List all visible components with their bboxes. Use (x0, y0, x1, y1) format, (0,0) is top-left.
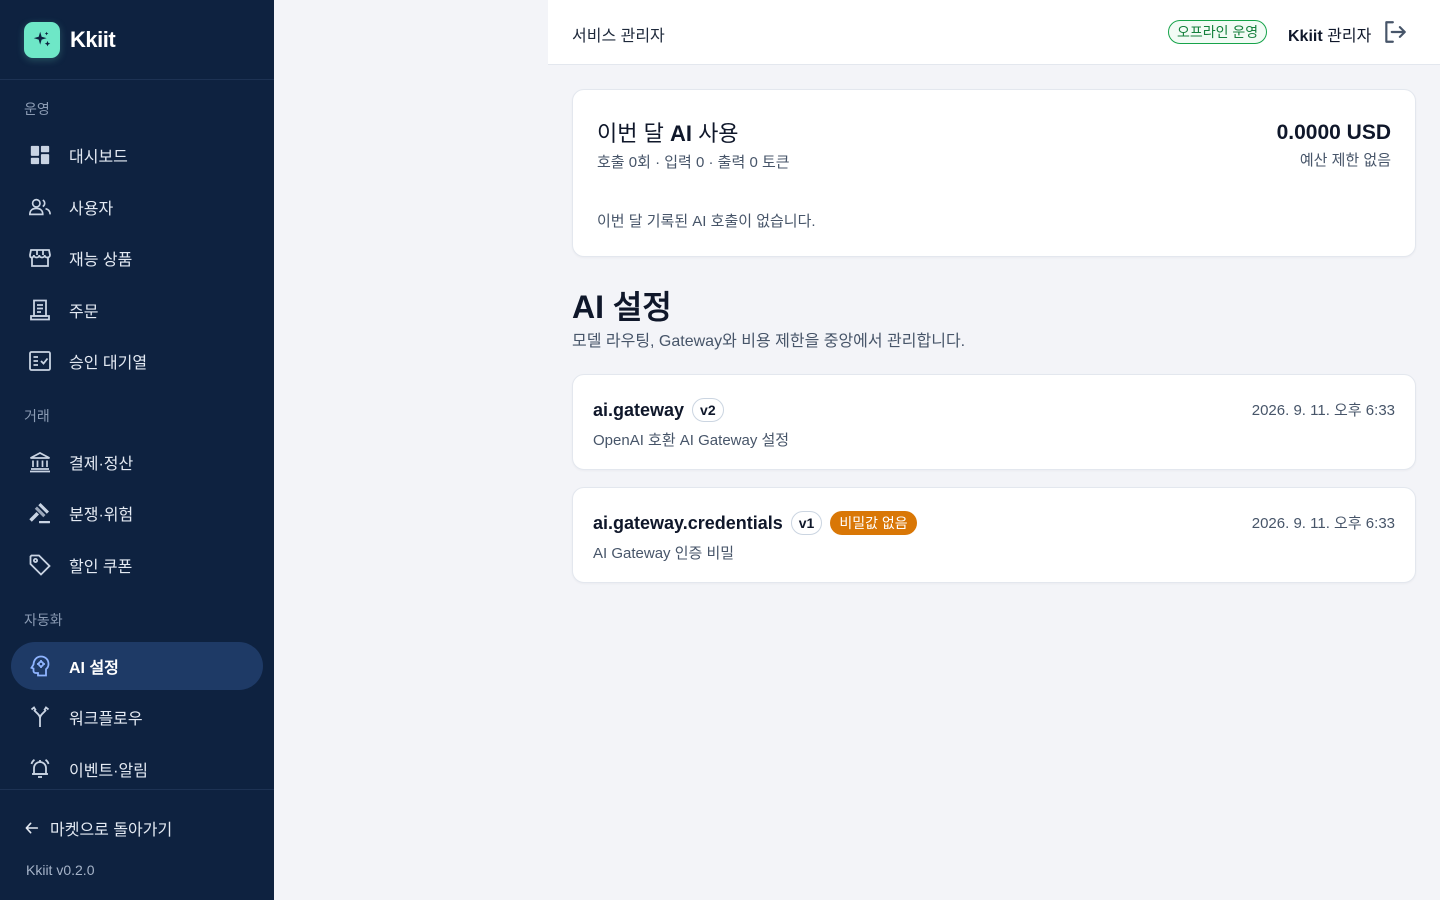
brand-name: Kkiit (70, 26, 116, 52)
back-to-market-label: 마켓으로 돌아가기 (50, 822, 173, 839)
sidebar-item-ai-settings[interactable]: AI 설정 (11, 642, 263, 690)
sidebar-item-label: 이벤트·알림 (69, 763, 148, 780)
page-title: AI 설정 (572, 282, 672, 328)
section-label-automation: 자동화 (24, 612, 63, 628)
sidebar-item-label: 주문 (69, 304, 99, 321)
users-icon (28, 195, 52, 219)
sidebar-item-dashboard[interactable]: 대시보드 (11, 131, 263, 179)
usage-title-prefix: 이번 달 (597, 121, 670, 146)
setting-card-ai-gateway-credentials[interactable]: ai.gateway.credentials v1 비밀값 없음 AI Gate… (572, 487, 1416, 583)
section-label-operations: 운영 (24, 101, 50, 117)
ai-brain-icon (28, 654, 52, 678)
sidebar-item-label: 워크플로우 (69, 711, 143, 728)
setting-name-row: ai.gateway.credentials v1 비밀값 없음 (593, 511, 917, 535)
sidebar-item-label: 승인 대기열 (69, 355, 148, 372)
usage-empty-message: 이번 달 기록된 AI 호출이 없습니다. (597, 213, 816, 230)
missing-secret-badge: 비밀값 없음 (830, 511, 917, 535)
sidebar-item-orders[interactable]: 주문 (11, 286, 263, 334)
sidebar-item-talent-products[interactable]: 재능 상품 (11, 234, 263, 282)
sidebar-item-label: 분쟁·위험 (69, 507, 134, 524)
setting-updated-at: 2026. 9. 11. 오후 6:33 (1251, 515, 1395, 532)
alarm-bell-icon (28, 757, 52, 781)
tag-icon (28, 553, 52, 577)
user-role: 관리자 (1327, 28, 1372, 45)
sidebar-item-label: 사용자 (69, 201, 114, 218)
status-badge: 오프라인 운영 (1168, 20, 1268, 44)
monthly-ai-usage-card: 이번 달 AI 사용 호출 0회 · 입력 0 · 출력 0 토큰 0.0000… (572, 89, 1416, 257)
page-title-bold: AI (572, 289, 604, 325)
back-to-market-link[interactable]: 마켓으로 돌아가기 (24, 816, 172, 840)
app-version: Kkiit v0.2.0 (26, 862, 95, 878)
usage-title: 이번 달 AI 사용 (597, 116, 739, 148)
receipt-icon (28, 298, 52, 322)
usage-title-bold: AI (669, 121, 692, 146)
setting-name: ai.gateway.credentials (593, 512, 783, 533)
version-badge: v2 (692, 398, 724, 422)
usage-budget: 예산 제한 없음 (1299, 152, 1391, 169)
setting-description: OpenAI 호환 AI Gateway 설정 (593, 432, 790, 449)
user-brand: Kkiit (1288, 28, 1323, 45)
sidebar-item-label: 재능 상품 (69, 252, 133, 269)
sidebar-item-disputes[interactable]: 분쟁·위험 (11, 489, 263, 537)
setting-name-row: ai.gateway v2 (593, 398, 724, 422)
approval-list-icon (28, 349, 52, 373)
brand[interactable]: Kkiit (0, 0, 274, 80)
sidebar-item-label: 결제·정산 (69, 456, 134, 473)
topbar: 서비스 관리자 오프라인 운영 Kkiit 관리자 (548, 0, 1440, 65)
setting-updated-at: 2026. 9. 11. 오후 6:33 (1251, 402, 1395, 419)
storefront-icon (28, 246, 52, 270)
page-title-rest: 설정 (604, 289, 672, 325)
section-label-transactions: 거래 (24, 408, 50, 424)
sidebar-item-workflow[interactable]: 워크플로우 (11, 693, 263, 741)
setting-name: ai.gateway (593, 399, 685, 420)
sidebar-item-label: 할인 쿠폰 (69, 559, 133, 576)
setting-description: AI Gateway 인증 비밀 (593, 545, 735, 562)
logout-icon[interactable] (1382, 19, 1408, 45)
sidebar-footer: 마켓으로 돌아가기 Kkiit v0.2.0 (0, 789, 274, 900)
sidebar-item-label: 대시보드 (69, 149, 128, 166)
sidebar-item-users[interactable]: 사용자 (11, 183, 263, 231)
sidebar: Kkiit 운영 대시보드 사용자 재능 상품 주문 승인 대기열 거래 결제·… (0, 0, 274, 900)
workflow-icon (28, 705, 52, 729)
topbar-title: 서비스 관리자 (572, 28, 665, 45)
user-label: Kkiit 관리자 (1288, 22, 1371, 46)
arrow-left-icon (24, 820, 40, 836)
sidebar-item-approval-queue[interactable]: 승인 대기열 (11, 337, 263, 385)
sidebar-item-events[interactable]: 이벤트·알림 (11, 745, 263, 793)
usage-amount: 0.0000 USD (1276, 121, 1391, 144)
page-description: 모델 라우팅, Gateway와 비용 제한을 중앙에서 관리합니다. (572, 333, 966, 350)
gavel-icon (28, 501, 52, 525)
version-badge: v1 (790, 511, 823, 535)
usage-summary: 호출 0회 · 입력 0 · 출력 0 토큰 (597, 154, 790, 171)
usage-title-suffix: 사용 (691, 121, 739, 146)
dashboard-icon (28, 143, 52, 167)
sidebar-item-coupons[interactable]: 할인 쿠폰 (11, 541, 263, 589)
sparkle-logo-icon (24, 21, 60, 58)
sidebar-item-payments[interactable]: 결제·정산 (11, 438, 263, 486)
setting-card-ai-gateway[interactable]: ai.gateway v2 OpenAI 호환 AI Gateway 설정 20… (572, 374, 1416, 470)
bank-icon (28, 450, 52, 474)
sidebar-item-label: AI 설정 (69, 660, 119, 677)
